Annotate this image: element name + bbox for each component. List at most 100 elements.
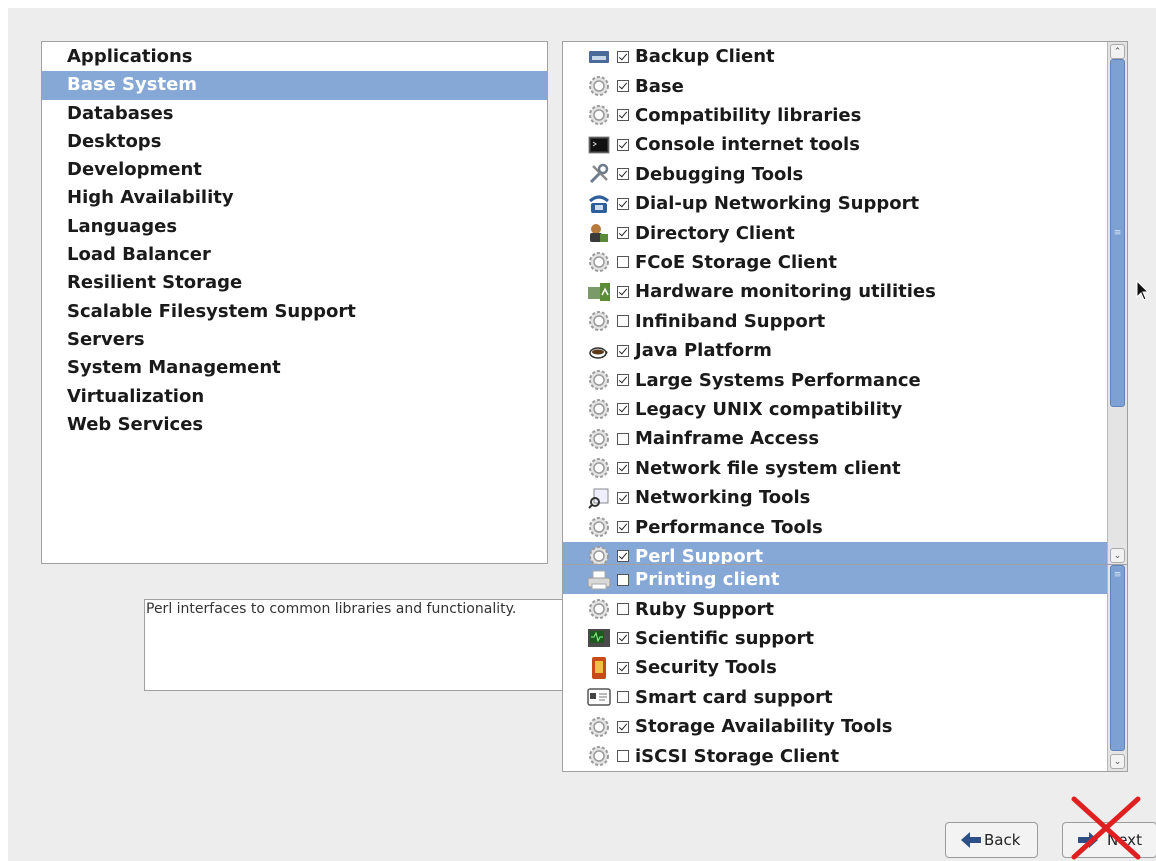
category-item[interactable]: System Management (42, 354, 547, 382)
package-label: Large Systems Performance (635, 369, 921, 391)
package-item[interactable]: Mainframe Access (563, 424, 1107, 453)
package-item[interactable]: FCoE Storage Client (563, 248, 1107, 277)
package-checkbox[interactable] (617, 227, 629, 240)
package-item[interactable]: Networking Tools (563, 483, 1107, 512)
package-item[interactable]: Debugging Tools (563, 160, 1107, 189)
package-item[interactable]: Backup Client (563, 42, 1107, 71)
package-label: FCoE Storage Client (635, 251, 837, 273)
category-item[interactable]: Development (42, 156, 547, 184)
package-item[interactable]: iSCSI Storage Client (563, 741, 1107, 770)
package-item[interactable]: Infiniband Support (563, 307, 1107, 336)
package-checkbox[interactable] (617, 109, 629, 122)
package-checkbox[interactable] (617, 138, 629, 151)
package-list-upper: ⌃ ≡ ⌄ Backup Client Base Compatibility lib… (562, 41, 1128, 565)
package-label: Console internet tools (635, 134, 860, 156)
package-checkbox[interactable] (617, 521, 629, 534)
package-checkbox[interactable] (617, 256, 629, 269)
package-item[interactable]: Performance Tools (563, 512, 1107, 541)
scroll-up-button[interactable]: ⌃ (1110, 44, 1125, 59)
package-checkbox[interactable] (617, 632, 629, 645)
gear-icon (587, 103, 611, 127)
package-item[interactable]: Printing client (563, 565, 1107, 595)
package-item[interactable]: Console internet tools (563, 130, 1107, 159)
terminal-icon (587, 133, 611, 157)
category-item[interactable]: Scalable Filesystem Support (42, 298, 547, 326)
package-item[interactable]: Hardware monitoring utilities (563, 277, 1107, 306)
package-checkbox[interactable] (617, 315, 629, 328)
package-item[interactable]: Perl Support (563, 541, 1107, 564)
gear-icon (587, 544, 611, 564)
package-item[interactable]: Security Tools (563, 653, 1107, 682)
description-text: Perl interfaces to common libraries and … (146, 601, 517, 617)
category-item[interactable]: Resilient Storage (42, 269, 547, 297)
gear-icon (587, 744, 611, 768)
package-label: Hardware monitoring utilities (635, 281, 936, 303)
package-checkbox[interactable] (617, 403, 629, 416)
package-item[interactable]: Compatibility libraries (563, 101, 1107, 130)
package-checkbox[interactable] (617, 197, 629, 210)
gear-icon (587, 368, 611, 392)
package-item[interactable]: Legacy UNIX compatibility (563, 395, 1107, 424)
package-checkbox[interactable] (617, 432, 629, 445)
package-checkbox[interactable] (617, 661, 629, 674)
package-checkbox[interactable] (617, 720, 629, 733)
package-checkbox[interactable] (617, 344, 629, 357)
package-item[interactable]: Ruby Support (563, 594, 1107, 623)
back-button[interactable]: Back (945, 822, 1038, 858)
category-item[interactable]: Languages (42, 213, 547, 241)
package-label: Compatibility libraries (635, 104, 862, 126)
phone-icon (587, 192, 611, 216)
package-checkbox[interactable] (617, 550, 629, 563)
package-list-lower-scrollbar[interactable]: ≡ ⌄ (1107, 565, 1127, 771)
package-label: Dial-up Networking Support (635, 193, 920, 215)
grip-icon: ≡ (1113, 570, 1122, 580)
category-item[interactable]: Base System (42, 71, 547, 100)
category-item[interactable]: Applications (42, 43, 547, 71)
scroll-down-button[interactable]: ⌄ (1110, 754, 1125, 769)
package-item[interactable]: Scientific support (563, 624, 1107, 653)
mouse-cursor-icon (1136, 280, 1150, 301)
package-item[interactable]: Smart card support (563, 683, 1107, 712)
package-checkbox[interactable] (617, 285, 629, 298)
package-item[interactable]: Base (563, 71, 1107, 100)
category-item[interactable]: Virtualization (42, 383, 547, 411)
network-search-icon (587, 486, 611, 510)
scroll-thumb[interactable]: ≡ (1110, 565, 1125, 751)
category-item[interactable]: Servers (42, 326, 547, 354)
gear-icon (587, 397, 611, 421)
package-label: Legacy UNIX compatibility (635, 398, 903, 420)
scroll-thumb[interactable]: ≡ (1110, 59, 1125, 407)
package-checkbox[interactable] (617, 573, 629, 586)
package-item[interactable]: Directory Client (563, 218, 1107, 247)
package-checkbox[interactable] (617, 750, 629, 763)
package-label: Networking Tools (635, 487, 811, 509)
package-label: Storage Availability Tools (635, 716, 893, 738)
scroll-down-button[interactable]: ⌄ (1110, 548, 1125, 563)
package-item[interactable]: Java Platform (563, 336, 1107, 365)
grip-icon: ≡ (1113, 228, 1122, 238)
package-label: iSCSI Storage Client (635, 745, 840, 767)
package-checkbox[interactable] (617, 50, 629, 63)
package-label: Ruby Support (635, 598, 774, 620)
package-item[interactable]: Large Systems Performance (563, 365, 1107, 394)
package-checkbox[interactable] (617, 462, 629, 475)
category-item[interactable]: Databases (42, 100, 547, 128)
package-description: Perl interfaces to common libraries and … (144, 599, 584, 691)
package-checkbox[interactable] (617, 80, 629, 93)
package-checkbox[interactable] (617, 374, 629, 387)
package-checkbox[interactable] (617, 491, 629, 504)
package-item[interactable]: Storage Availability Tools (563, 712, 1107, 741)
package-item[interactable]: Network file system client (563, 454, 1107, 483)
package-checkbox[interactable] (617, 691, 629, 704)
category-item[interactable]: Web Services (42, 411, 547, 439)
category-item[interactable]: Load Balancer (42, 241, 547, 269)
oscilloscope-icon (587, 626, 611, 650)
package-checkbox[interactable] (617, 603, 629, 616)
package-list-upper-scrollbar[interactable]: ⌃ ≡ ⌄ (1107, 42, 1127, 564)
chevron-up-icon: ⌃ (1113, 46, 1122, 57)
package-checkbox[interactable] (617, 168, 629, 181)
package-item[interactable]: Dial-up Networking Support (563, 189, 1107, 218)
package-label: Printing client (635, 569, 780, 591)
category-item[interactable]: Desktops (42, 128, 547, 156)
category-item[interactable]: High Availability (42, 184, 547, 212)
